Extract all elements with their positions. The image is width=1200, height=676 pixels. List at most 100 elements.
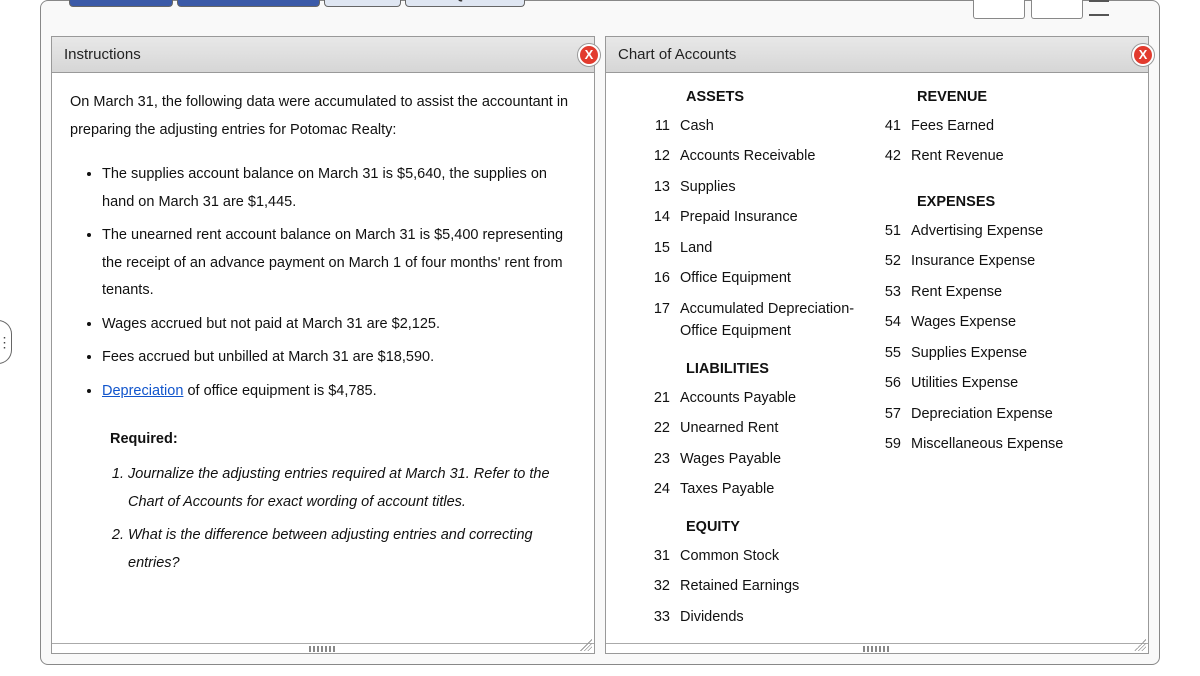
account-name: Rent Expense bbox=[911, 281, 1108, 303]
instructions-header: Instructions X bbox=[52, 37, 594, 73]
account-name: Land bbox=[680, 237, 877, 259]
account-row: 56 Utilities Expense bbox=[877, 368, 1108, 398]
account-row: 14 Prepaid Insurance bbox=[646, 202, 877, 232]
account-number: 12 bbox=[646, 145, 670, 167]
chart-header: Chart of Accounts X bbox=[606, 37, 1148, 73]
account-number: 16 bbox=[646, 267, 670, 289]
depreciation-link[interactable]: Depreciation bbox=[102, 383, 183, 399]
account-name: Cash bbox=[680, 115, 877, 137]
account-number: 52 bbox=[877, 250, 901, 272]
account-name: Miscellaneous Expense bbox=[911, 433, 1108, 455]
account-name: Wages Expense bbox=[911, 311, 1108, 333]
account-name: Advertising Expense bbox=[911, 220, 1108, 242]
account-number: 15 bbox=[646, 237, 670, 259]
account-row: 17Accumulated Depreciation-Office Equipm… bbox=[646, 294, 877, 347]
close-icon[interactable]: X bbox=[578, 44, 600, 66]
section-equity: EQUITY bbox=[686, 519, 877, 535]
section-expenses: EXPENSES bbox=[917, 194, 1108, 210]
account-name: Supplies Expense bbox=[911, 342, 1108, 364]
account-number: 55 bbox=[877, 342, 901, 364]
account-name: Unearned Rent bbox=[680, 417, 877, 439]
instructions-body: On March 31, the following data were acc… bbox=[52, 73, 594, 643]
list-item: The supplies account balance on March 31… bbox=[102, 158, 576, 219]
account-name: Wages Payable bbox=[680, 448, 877, 470]
panel-scroll-handle[interactable] bbox=[606, 643, 1148, 653]
chart-title: Chart of Accounts bbox=[618, 46, 736, 63]
account-number: 32 bbox=[646, 575, 670, 597]
list-item: Wages accrued but not paid at March 31 a… bbox=[102, 308, 576, 342]
intro-text: On March 31, the following data were acc… bbox=[70, 89, 576, 144]
grip-icon bbox=[309, 646, 337, 652]
account-number: 59 bbox=[877, 433, 901, 455]
score-box-1[interactable] bbox=[973, 0, 1025, 19]
required-label: Required: bbox=[110, 426, 576, 454]
account-number: 41 bbox=[877, 115, 901, 137]
instructions-panel: Instructions X On March 31, the followin… bbox=[51, 36, 595, 654]
account-number: 57 bbox=[877, 403, 901, 425]
resize-corner-icon[interactable] bbox=[580, 639, 592, 651]
tab-final-question[interactable]: Final Question bbox=[405, 0, 525, 7]
tab-chart-of-accounts[interactable]: Chart of Accounts bbox=[177, 0, 319, 7]
account-row: 11 Cash bbox=[646, 111, 877, 141]
account-row: 24Taxes Payable bbox=[646, 474, 877, 504]
account-row: 12 Accounts Receivable bbox=[646, 141, 877, 171]
account-name: Accounts Receivable bbox=[680, 145, 877, 167]
coa-right-column: REVENUE 41 Fees Earned 42Rent Revenue EXPE… bbox=[877, 85, 1108, 632]
account-row: 54 Wages Expense bbox=[877, 307, 1108, 337]
account-number: 53 bbox=[877, 281, 901, 303]
account-name: Accumulated Depreciation-Office Equipmen… bbox=[680, 298, 877, 343]
account-row: 42Rent Revenue bbox=[877, 141, 1108, 171]
account-name: Retained Earnings bbox=[680, 575, 877, 597]
account-row: 22 Unearned Rent bbox=[646, 413, 877, 443]
instructions-title: Instructions bbox=[64, 46, 141, 63]
chart-panel: Chart of Accounts X ASSETS 11 Cash 12 Accou… bbox=[605, 36, 1149, 654]
account-number: 13 bbox=[646, 176, 670, 198]
account-row: 32 Retained Earnings bbox=[646, 571, 877, 601]
tab-journal[interactable]: Journal bbox=[324, 0, 401, 7]
account-row: 15 Land bbox=[646, 233, 877, 263]
account-number: 54 bbox=[877, 311, 901, 333]
panel-scroll-handle[interactable] bbox=[52, 643, 594, 653]
account-number: 17 bbox=[646, 298, 670, 343]
account-name: Office Equipment bbox=[680, 267, 877, 289]
account-number: 14 bbox=[646, 206, 670, 228]
account-row: 41 Fees Earned bbox=[877, 111, 1108, 141]
account-name: Fees Earned bbox=[911, 115, 1108, 137]
chart-body: ASSETS 11 Cash 12 Accounts Receivable 13 Supp… bbox=[606, 73, 1148, 643]
account-name: Depreciation Expense bbox=[911, 403, 1108, 425]
account-name: Insurance Expense bbox=[911, 250, 1108, 272]
account-name: Utilities Expense bbox=[911, 372, 1108, 394]
account-name: Accounts Payable bbox=[680, 387, 877, 409]
account-name: Supplies bbox=[680, 176, 877, 198]
account-row: 52 Insurance Expense bbox=[877, 246, 1108, 276]
account-row: 21 Accounts Payable bbox=[646, 383, 877, 413]
account-name: Prepaid Insurance bbox=[680, 206, 877, 228]
grip-icon bbox=[863, 646, 891, 652]
account-number: 51 bbox=[877, 220, 901, 242]
account-number: 42 bbox=[877, 145, 901, 167]
account-row: 59 Miscellaneous Expense bbox=[877, 429, 1108, 459]
account-number: 31 bbox=[646, 545, 670, 567]
account-row: 31Common Stock bbox=[646, 541, 877, 571]
account-row: 33Dividends bbox=[646, 602, 877, 632]
account-number: 22 bbox=[646, 417, 670, 439]
account-number: 11 bbox=[646, 115, 670, 137]
list-item: The unearned rent account balance on Mar… bbox=[102, 219, 576, 308]
close-icon[interactable]: X bbox=[1132, 44, 1154, 66]
account-row: 55 Supplies Expense bbox=[877, 338, 1108, 368]
account-row: 23Wages Payable bbox=[646, 444, 877, 474]
account-number: 56 bbox=[877, 372, 901, 394]
menu-icon[interactable] bbox=[1089, 0, 1109, 16]
section-revenue: REVENUE bbox=[917, 89, 1108, 105]
account-number: 21 bbox=[646, 387, 670, 409]
resize-corner-icon[interactable] bbox=[1134, 639, 1146, 651]
coa-left-column: ASSETS 11 Cash 12 Accounts Receivable 13 Supp… bbox=[646, 85, 877, 632]
account-row: 16 Office Equipment bbox=[646, 263, 877, 293]
exercise-card: Instructions Chart of Accounts Journal F… bbox=[40, 0, 1160, 665]
score-box-2[interactable] bbox=[1031, 0, 1083, 19]
section-assets: ASSETS bbox=[686, 89, 877, 105]
tab-instructions[interactable]: Instructions bbox=[69, 0, 173, 7]
account-row: 51 Advertising Expense bbox=[877, 216, 1108, 246]
side-handle[interactable] bbox=[0, 320, 12, 364]
account-name: Dividends bbox=[680, 606, 877, 628]
